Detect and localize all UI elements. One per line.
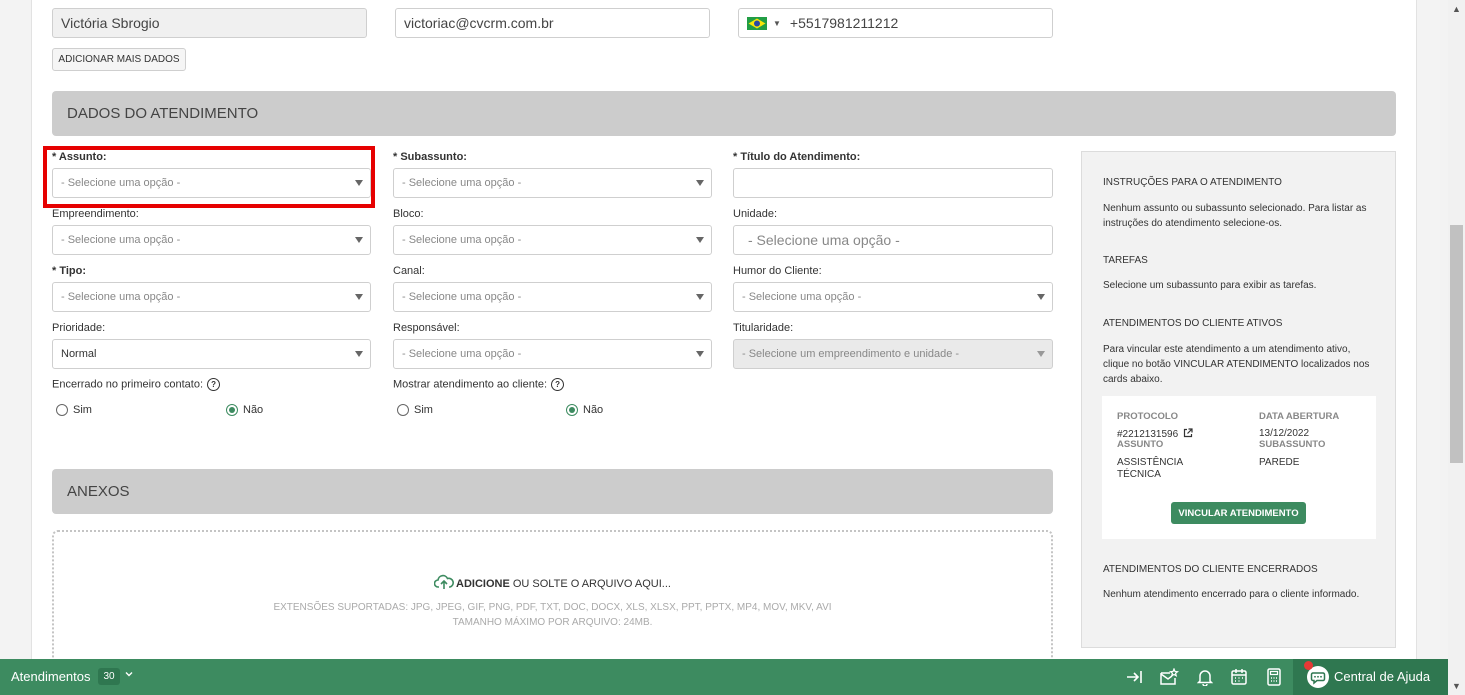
instr-title: INSTRUÇÕES PARA O ATENDIMENTO xyxy=(1103,177,1282,188)
notification-dot xyxy=(1304,661,1313,670)
data-abertura-label: DATA ABERTURA xyxy=(1259,411,1340,422)
central-de-ajuda-button[interactable]: Central de Ajuda xyxy=(1293,659,1448,695)
file-dropzone[interactable]: ADICIONE OU SOLTE O ARQUIVO AQUI... EXTE… xyxy=(52,530,1053,670)
encerrado-label: Encerrado no primeiro contato:? xyxy=(52,378,221,391)
assunto-card-value: ASSISTÊNCIA TÉCNICA xyxy=(1117,457,1183,480)
tarefas-text: Selecione um subassunto para exibir as t… xyxy=(1103,280,1317,291)
tipo-label: * Tipo: xyxy=(52,265,87,277)
atendimentos-count-badge: 30 xyxy=(98,668,120,685)
contact-name-field[interactable]: Victória Sbrogio xyxy=(52,8,367,38)
phone-country-chevron-icon[interactable]: ▼ xyxy=(773,19,781,28)
add-more-data-button[interactable]: ADICIONAR MAIS DADOS xyxy=(52,48,186,71)
dropdown-arrow-icon xyxy=(355,351,363,357)
tipo-select[interactable]: - Selecione uma opção - xyxy=(52,282,371,312)
bell-icon[interactable] xyxy=(1195,667,1215,687)
dropdown-arrow-icon xyxy=(1037,351,1045,357)
encerrados-title: ATENDIMENTOS DO CLIENTE ENCERRADOS xyxy=(1103,564,1318,575)
tarefas-title: TAREFAS xyxy=(1103,255,1148,266)
anexos-section-header: ANEXOS xyxy=(52,469,1053,514)
titulo-input[interactable] xyxy=(733,168,1053,198)
calendar-icon[interactable] xyxy=(1229,667,1249,687)
dropdown-arrow-icon xyxy=(355,237,363,243)
assunto-card-label: ASSUNTO xyxy=(1117,439,1164,450)
subassunto-card-label: SUBASSUNTO xyxy=(1259,439,1326,450)
dropdown-arrow-icon xyxy=(696,180,704,186)
calculator-icon[interactable] xyxy=(1264,667,1284,687)
responsavel-select[interactable]: - Selecione uma opção - xyxy=(393,339,712,369)
help-icon[interactable]: ? xyxy=(207,378,221,391)
subassunto-label: * Subassunto: xyxy=(393,151,467,163)
cloud-upload-icon xyxy=(433,574,454,593)
empreendimento-label: Empreendimento: xyxy=(52,208,139,220)
encerrado-nao-radio[interactable]: Não xyxy=(226,404,263,416)
instructions-panel: INSTRUÇÕES PARA O ATENDIMENTO Nenhum ass… xyxy=(1081,151,1396,648)
atendimento-section-header: DADOS DO ATENDIMENTO xyxy=(52,91,1396,136)
subassunto-card-value: PAREDE xyxy=(1259,457,1300,468)
unidade-select[interactable]: - Selecione uma opção - xyxy=(733,225,1053,255)
scroll-up-arrow-icon[interactable]: ▲ xyxy=(1448,0,1465,17)
subassunto-select[interactable]: - Selecione uma opção - xyxy=(393,168,712,198)
mostrar-nao-radio[interactable]: Não xyxy=(566,404,603,416)
dropzone-extensions: EXTENSÕES SUPORTADAS: JPG, JPEG, GIF, PN… xyxy=(273,602,832,613)
canal-label: Canal: xyxy=(393,265,425,277)
humor-select[interactable]: - Selecione uma opção - xyxy=(733,282,1053,312)
encerrados-text: Nenhum atendimento encerrado para o clie… xyxy=(1103,589,1360,600)
responsavel-label: Responsável: xyxy=(393,322,460,334)
dropzone-max-size: TAMANHO MÁXIMO POR ARQUIVO: 24MB. xyxy=(452,617,653,628)
protocolo-label: PROTOCOLO xyxy=(1117,411,1179,422)
vincular-atendimento-button[interactable]: VINCULAR ATENDIMENTO xyxy=(1171,502,1306,524)
titularidade-select[interactable]: - Selecione um empreendimento e unidade … xyxy=(733,339,1053,369)
dropdown-arrow-icon xyxy=(696,351,704,357)
help-icon[interactable]: ? xyxy=(551,378,565,391)
atendimentos-toggle[interactable]: Atendimentos xyxy=(11,669,91,684)
empreendimento-select[interactable]: - Selecione uma opção - xyxy=(52,225,371,255)
bottom-bar: Atendimentos 30 Central de Ajuda ▼ xyxy=(0,659,1465,695)
humor-label: Humor do Cliente: xyxy=(733,265,822,277)
active-ticket-card: PROTOCOLO DATA ABERTURA #2212131596 13/1… xyxy=(1102,396,1376,539)
contact-email-field[interactable]: victoriac@cvcrm.com.br xyxy=(395,8,710,38)
brazil-flag-icon[interactable] xyxy=(747,16,767,30)
mostrar-label: Mostrar atendimento ao cliente:? xyxy=(393,378,565,391)
ativos-text: Para vincular este atendimento a um aten… xyxy=(1103,344,1370,385)
bloco-label: Bloco: xyxy=(393,208,424,220)
dropdown-arrow-icon xyxy=(355,294,363,300)
dropdown-arrow-icon xyxy=(1037,294,1045,300)
canal-select[interactable]: - Selecione uma opção - xyxy=(393,282,712,312)
scroll-down-arrow-icon[interactable]: ▼ xyxy=(1448,659,1465,695)
instr-text: Nenhum assunto ou subassunto selecionado… xyxy=(1103,203,1367,229)
ativos-title: ATENDIMENTOS DO CLIENTE ATIVOS xyxy=(1103,318,1283,329)
page-scrollbar[interactable]: ▲ xyxy=(1448,0,1465,659)
unidade-label: Unidade: xyxy=(733,208,778,220)
bloco-select[interactable]: - Selecione uma opção - xyxy=(393,225,712,255)
collapse-right-icon[interactable] xyxy=(1125,667,1145,687)
prioridade-label: Prioridade: xyxy=(52,322,106,334)
external-link-icon[interactable] xyxy=(1183,428,1193,442)
chevron-down-icon[interactable] xyxy=(124,669,134,682)
titulo-label: * Título do Atendimento: xyxy=(733,151,861,163)
assunto-highlight-box xyxy=(43,146,375,208)
prioridade-select[interactable]: Normal xyxy=(52,339,371,369)
dropdown-arrow-icon xyxy=(696,294,704,300)
scrollbar-thumb[interactable] xyxy=(1450,225,1463,463)
titularidade-label: Titularidade: xyxy=(733,322,794,334)
dropzone-main-text[interactable]: ADICIONE OU SOLTE O ARQUIVO AQUI... xyxy=(54,574,1051,593)
mostrar-sim-radio[interactable]: Sim xyxy=(397,404,433,416)
contact-phone-field[interactable]: ▼ +5517981211212 xyxy=(738,8,1053,38)
dropdown-arrow-icon xyxy=(696,237,704,243)
encerrado-sim-radio[interactable]: Sim xyxy=(56,404,92,416)
mail-star-icon[interactable] xyxy=(1159,667,1179,687)
